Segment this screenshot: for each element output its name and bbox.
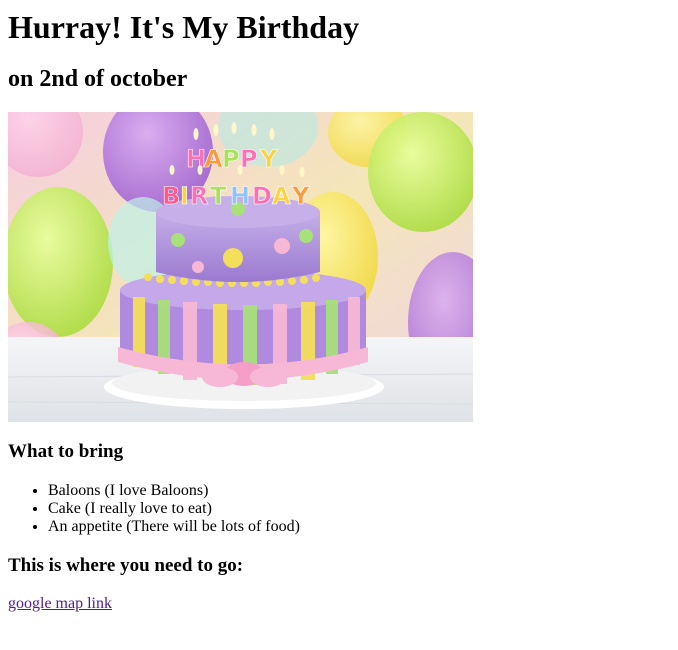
page-title: Hurray! It's My Birthday (8, 9, 360, 45)
svg-text:A: A (272, 182, 291, 210)
directions-heading: This is where you need to go: (8, 555, 244, 576)
bring-list: Baloons (I love Baloons) Cake (I really … (8, 482, 300, 536)
svg-text:A: A (204, 145, 223, 173)
svg-text:Y: Y (291, 182, 310, 210)
svg-text:Y: Y (259, 145, 278, 173)
svg-text:P: P (222, 145, 240, 173)
list-item: Cake (I really love to eat) (48, 500, 300, 518)
svg-text:P: P (240, 145, 258, 173)
bring-heading: What to bring (8, 441, 124, 462)
list-item: Baloons (I love Baloons) (48, 482, 300, 500)
svg-text:B: B (162, 182, 180, 210)
svg-text:D: D (252, 182, 272, 210)
svg-text:T: T (210, 182, 227, 210)
page-subtitle: on 2nd of october (8, 66, 188, 92)
birthday-cake-image: H A P P Y B I R T H D A Y (8, 112, 473, 422)
list-item: An appetite (There will be lots of food) (48, 518, 300, 536)
google-map-link[interactable]: google map link (8, 595, 112, 613)
svg-text:H: H (230, 182, 250, 210)
svg-text:R: R (190, 182, 208, 210)
svg-text:I: I (180, 182, 189, 210)
